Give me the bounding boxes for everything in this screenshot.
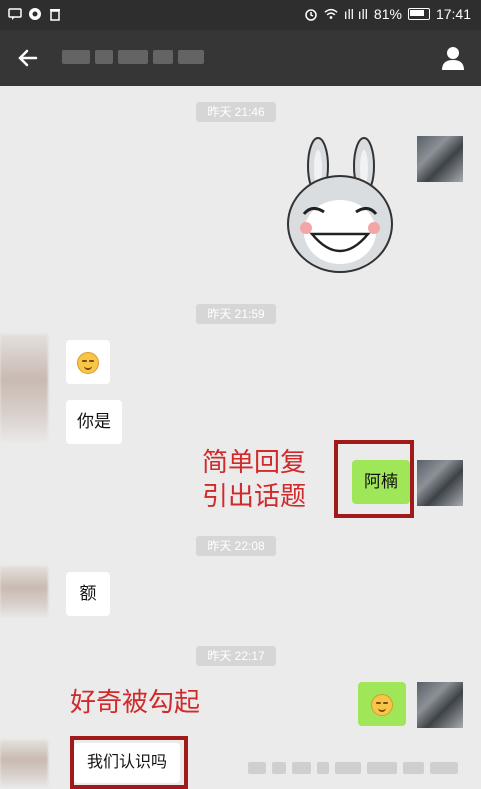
status-icons-right: ıll ıll 81% 17:41 <box>304 6 471 22</box>
clock: 17:41 <box>435 6 471 22</box>
person-icon[interactable] <box>439 44 467 72</box>
wifi-icon <box>324 8 338 19</box>
smile-emoji-icon <box>77 351 99 374</box>
annotation-line: 好奇被勾起 <box>70 688 201 718</box>
message-bubble[interactable]: 阿楠 <box>352 460 410 504</box>
contact-name-blurred <box>62 50 222 66</box>
smile-emoji-icon <box>371 693 393 716</box>
emoji-bubble[interactable] <box>66 340 110 384</box>
rabbit-sticker <box>287 137 393 273</box>
emoji-bubble[interactable] <box>358 682 406 726</box>
back-arrow-icon[interactable] <box>14 44 42 72</box>
alarm-icon <box>305 9 317 21</box>
trash-icon <box>50 9 60 21</box>
friend-avatar[interactable] <box>0 566 48 620</box>
message-icon <box>8 8 22 20</box>
friend-avatar[interactable] <box>0 334 48 446</box>
friend-avatar[interactable] <box>0 740 48 789</box>
timestamp: 昨天 22:08 <box>196 536 276 556</box>
title-bar <box>0 30 481 86</box>
signal-bars: ıll ıll <box>343 6 368 22</box>
battery-icon <box>407 8 430 20</box>
timestamp: 昨天 21:59 <box>196 304 276 324</box>
message-bubble[interactable]: 你是 <box>66 400 122 444</box>
notification-icon <box>29 8 41 20</box>
annotation-line: 引出话题 <box>202 482 307 512</box>
timestamp: 昨天 21:46 <box>196 102 276 122</box>
message-bubble[interactable]: 额 <box>66 572 110 616</box>
my-avatar[interactable] <box>417 136 463 182</box>
status-icons-left <box>8 7 62 21</box>
message-bubble[interactable]: 我们认识吗 <box>74 743 180 783</box>
status-bar: ıll ıll 81% 17:41 <box>0 0 481 30</box>
annotation-line: 简单回复 <box>202 448 307 478</box>
timestamp: 昨天 22:17 <box>196 646 276 666</box>
my-avatar[interactable] <box>417 460 463 506</box>
chat-area: 昨天 21:46 昨天 21:59 你是 简单回复 引出话题 阿楠 昨天 22:… <box>0 86 481 789</box>
watermark-blurred <box>248 762 458 774</box>
my-avatar[interactable] <box>417 682 463 728</box>
battery-percent: 81% <box>373 6 402 22</box>
